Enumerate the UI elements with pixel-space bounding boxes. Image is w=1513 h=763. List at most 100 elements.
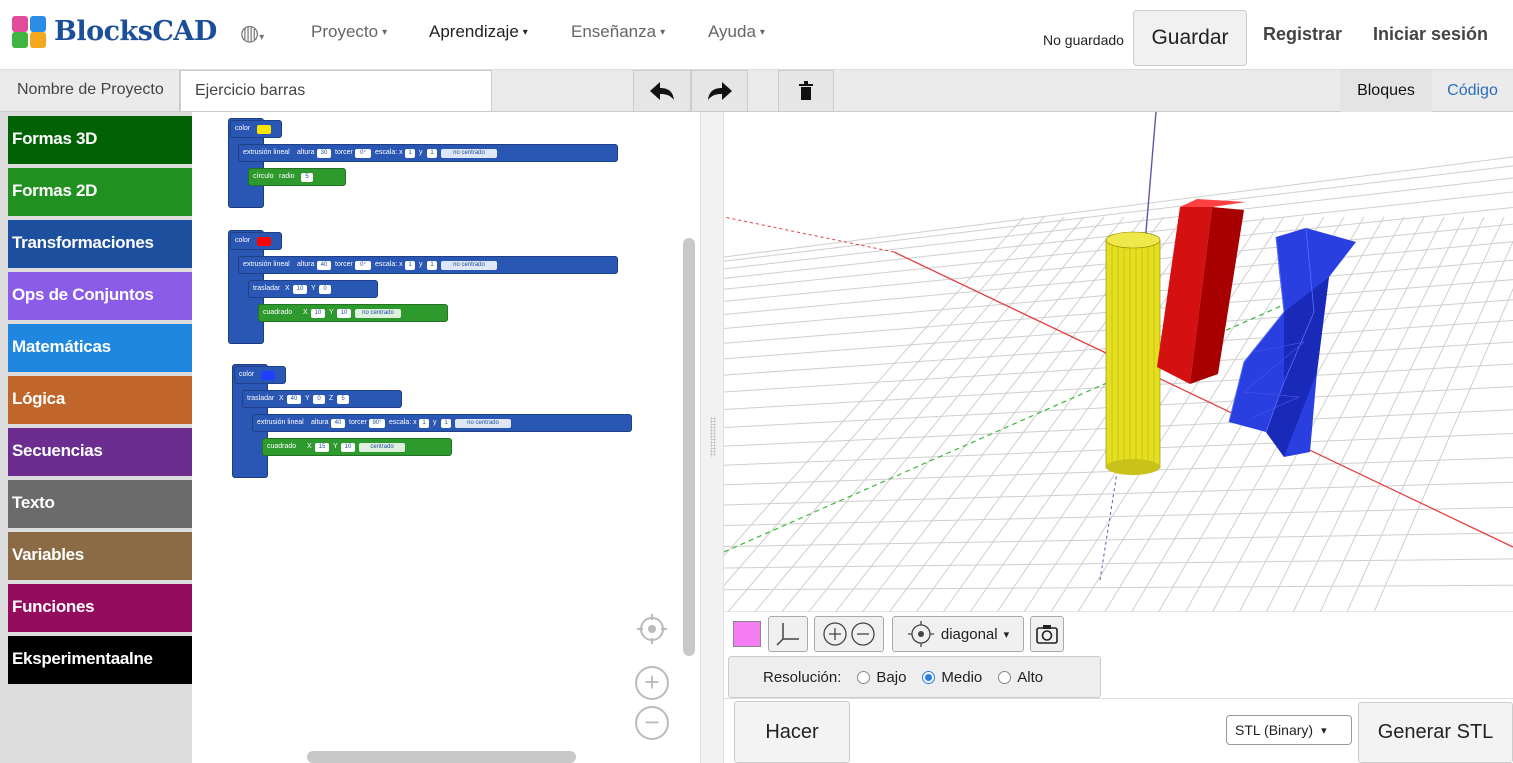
block-value-field[interactable]: 0° (355, 149, 371, 158)
pane-splitter[interactable] (700, 112, 724, 763)
blocks-workspace[interactable]: color extrusión lineal altura 30 torcer 0° esc… (192, 112, 700, 763)
tab-code[interactable]: Código (1432, 70, 1513, 112)
block-value-field[interactable]: 1 (427, 261, 437, 270)
target-icon[interactable] (635, 612, 669, 646)
shape-block[interactable]: círculo radio 5 (248, 168, 346, 186)
sidebar-item-category[interactable]: Funciones (8, 584, 192, 632)
block-value-field[interactable]: 0° (355, 261, 371, 270)
delete-button[interactable] (778, 70, 834, 112)
block-value-field[interactable]: centrado (359, 443, 405, 452)
resolution-low-radio[interactable] (857, 670, 871, 684)
sidebar-item-category[interactable]: Texto (8, 480, 192, 528)
color-block[interactable]: color (230, 120, 282, 138)
undo-button[interactable] (633, 70, 691, 112)
sidebar-item-category[interactable]: Ops de Conjuntos (8, 272, 192, 320)
block-value-field[interactable]: 40 (331, 419, 345, 428)
block-value-field[interactable]: 10 (341, 443, 355, 452)
render-viewport[interactable] (724, 112, 1513, 612)
menu-teaching[interactable]: Enseñanza ▾ (571, 22, 665, 42)
sidebar-item-category[interactable]: Formas 2D (8, 168, 192, 216)
sidebar-item-category[interactable]: Lógica (8, 376, 192, 424)
block-value-field[interactable]: 90° (369, 419, 385, 428)
block-value-field[interactable]: 1 (427, 149, 437, 158)
block-value-field[interactable]: 10 (311, 309, 325, 318)
menu-project[interactable]: Proyecto ▾ (311, 22, 387, 42)
resolution-high-label[interactable]: Alto (1017, 669, 1043, 686)
zoom-in-icon[interactable]: + (635, 666, 669, 700)
extrude-block[interactable]: extrusión lineal altura 30 torcer 0° escala: … (238, 144, 618, 162)
block-value-field[interactable]: no centrado (441, 261, 497, 270)
sidebar-item-category[interactable]: Eksperimentaalne (8, 636, 192, 684)
translate-block[interactable]: trasladar X 10 Y 0 (248, 280, 378, 298)
zoom-out-icon[interactable] (849, 620, 877, 648)
block-value-field[interactable]: 40 (287, 395, 301, 404)
color-block[interactable]: color (230, 232, 282, 250)
block-value-field[interactable]: 10 (337, 309, 351, 318)
resolution-medium-radio[interactable] (922, 670, 936, 684)
sidebar-item-category[interactable]: Formas 3D (8, 116, 192, 164)
tab-blocks[interactable]: Bloques (1340, 70, 1432, 112)
target-icon[interactable] (907, 620, 935, 648)
menu-help[interactable]: Ayuda ▾ (708, 22, 765, 42)
block-value-field[interactable]: 0 (313, 395, 325, 404)
block-value-field[interactable] (261, 371, 275, 380)
axes-button[interactable] (768, 616, 808, 652)
block-value-field[interactable]: 1 (405, 261, 415, 270)
resolution-low-label[interactable]: Bajo (876, 669, 906, 686)
block-value-field[interactable]: 5 (301, 173, 313, 182)
workspace-vertical-scrollbar[interactable] (683, 238, 695, 656)
grid-line (754, 216, 1085, 612)
sidebar-item-category[interactable]: Transformaciones (8, 220, 192, 268)
app-logo[interactable]: BlocksCAD (10, 14, 217, 48)
color-block[interactable]: color (234, 366, 286, 384)
login-link[interactable]: Iniciar sesión (1373, 24, 1488, 45)
color-swatch-button[interactable] (732, 616, 762, 652)
menu-learning[interactable]: Aprendizaje ▾ (429, 22, 528, 42)
sidebar-item-category[interactable]: Secuencias (8, 428, 192, 476)
camera-view-control[interactable]: diagonal ▾ (892, 616, 1024, 652)
block-value-field[interactable]: no centrado (441, 149, 497, 158)
block-label: Y (329, 309, 334, 316)
block-label: escala: x (375, 261, 403, 268)
resolution-high-radio[interactable] (998, 670, 1012, 684)
zoom-in-icon[interactable] (821, 620, 849, 648)
block-value-field[interactable]: 5 (337, 395, 349, 404)
export-format-select[interactable]: STL (Binary) ▾ (1226, 715, 1352, 745)
render-button[interactable]: Hacer (734, 701, 850, 763)
save-button[interactable]: Guardar (1133, 10, 1247, 66)
globe-icon[interactable]: ◍▾ (240, 20, 264, 46)
chevron-down-icon: ▾ (759, 26, 765, 38)
block-value-field[interactable]: 0 (319, 285, 331, 294)
workspace-horizontal-scrollbar[interactable] (307, 751, 576, 763)
block-value-field[interactable]: 1 (441, 419, 451, 428)
block-value-field[interactable]: 1 (405, 149, 415, 158)
block-value-field[interactable]: 30 (317, 149, 331, 158)
block-value-field[interactable] (257, 237, 271, 246)
shape-block[interactable]: cuadrado X 10 Y 10 no centrado (258, 304, 448, 322)
extrude-block[interactable]: extrusión lineal altura 40 torcer 90° escala:… (252, 414, 632, 432)
zoom-buttons[interactable] (814, 616, 884, 652)
translate-block[interactable]: trasladar X 40 Y 0 Z 5 (242, 390, 402, 408)
sidebar-item-category[interactable]: Matemáticas (8, 324, 192, 372)
block-value-field[interactable]: no centrado (455, 419, 511, 428)
scene-canvas[interactable] (724, 112, 1513, 612)
block-category-sidebar: Formas 3D Formas 2D Transformaciones Ops de… (0, 112, 192, 763)
extrude-block[interactable]: extrusión lineal altura 40 torcer 0° escala: … (238, 256, 618, 274)
project-name-input[interactable] (180, 70, 492, 112)
sidebar-item-category[interactable]: Variables (8, 532, 192, 580)
block-value-field[interactable]: 40 (317, 261, 331, 270)
redo-button[interactable] (691, 70, 748, 112)
block-value-field[interactable]: no centrado (355, 309, 401, 318)
screenshot-button[interactable] (1030, 616, 1064, 652)
block-value-field[interactable] (257, 125, 271, 134)
block-value-field[interactable]: 15 (315, 443, 329, 452)
resolution-medium-label[interactable]: Medio (941, 669, 982, 686)
save-status: No guardado (1043, 32, 1124, 48)
generate-stl-button[interactable]: Generar STL (1358, 702, 1513, 763)
camera-view-select[interactable]: diagonal (941, 626, 998, 643)
shape-block[interactable]: cuadrado X 15 Y 10 centrado (262, 438, 452, 456)
block-value-field[interactable]: 1 (419, 419, 429, 428)
block-value-field[interactable]: 10 (293, 285, 307, 294)
zoom-out-icon[interactable]: − (635, 706, 669, 740)
register-link[interactable]: Registrar (1263, 24, 1342, 45)
